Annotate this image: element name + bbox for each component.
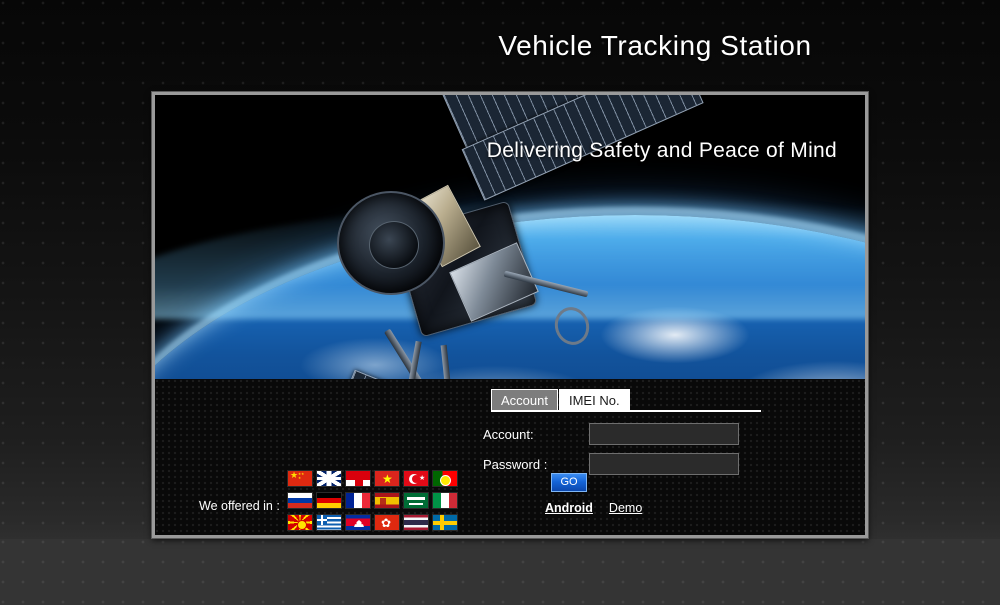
page-title: Vehicle Tracking Station	[0, 30, 1000, 62]
offered-in-label: We offered in :	[199, 499, 280, 513]
flag-russia-icon[interactable]	[287, 492, 313, 509]
flag-united-kingdom-icon[interactable]	[316, 470, 342, 487]
login-links: Android Demo	[545, 501, 642, 515]
demo-link[interactable]: Demo	[609, 501, 642, 515]
tab-underline	[491, 410, 761, 412]
flag-thailand-icon[interactable]	[403, 514, 429, 531]
password-label: Password :	[483, 457, 589, 472]
flag-vietnam-icon[interactable]	[374, 470, 400, 487]
flag-spain-icon[interactable]	[374, 492, 400, 509]
flag-hong-kong-icon[interactable]	[374, 514, 400, 531]
hero-tagline: Delivering Safety and Peace of Mind	[487, 139, 837, 163]
account-row: Account:	[483, 423, 739, 445]
account-label: Account:	[483, 427, 589, 442]
password-row: Password :	[483, 453, 739, 475]
flag-saudi-arabia-icon[interactable]	[403, 492, 429, 509]
flag-cambodia-icon[interactable]	[345, 514, 371, 531]
main-panel: Delivering Safety and Peace of Mind Acco…	[152, 92, 868, 538]
android-link[interactable]: Android	[545, 501, 593, 515]
flag-greece-icon[interactable]	[316, 514, 342, 531]
flag-italy-icon[interactable]	[432, 492, 458, 509]
hero-banner: Delivering Safety and Peace of Mind	[155, 95, 865, 379]
go-button[interactable]: GO	[551, 473, 587, 492]
password-input[interactable]	[589, 453, 739, 475]
flag-turkey-icon[interactable]: ★	[403, 470, 429, 487]
flag-macedonia-icon[interactable]	[287, 514, 313, 531]
flag-china-icon[interactable]	[287, 470, 313, 487]
flag-gibraltar-icon[interactable]	[345, 470, 371, 487]
satellite-dish-icon	[337, 191, 445, 295]
account-input[interactable]	[589, 423, 739, 445]
tab-imei-no[interactable]: IMEI No.	[559, 389, 630, 411]
login-section: Account IMEI No. Account: Password : GO	[155, 379, 865, 535]
login-form: Account: Password :	[483, 423, 739, 483]
page-root: Vehicle Tracking Station	[0, 0, 1000, 605]
login-tabs: Account IMEI No.	[491, 389, 630, 411]
flag-france-icon[interactable]	[345, 492, 371, 509]
tab-account[interactable]: Account	[491, 389, 558, 411]
language-flag-grid: ★	[287, 468, 460, 533]
flag-germany-icon[interactable]	[316, 492, 342, 509]
main-panel-inner: Delivering Safety and Peace of Mind Acco…	[155, 95, 865, 535]
flag-portugal-icon[interactable]	[432, 470, 458, 487]
flag-sweden-icon[interactable]	[432, 514, 458, 531]
